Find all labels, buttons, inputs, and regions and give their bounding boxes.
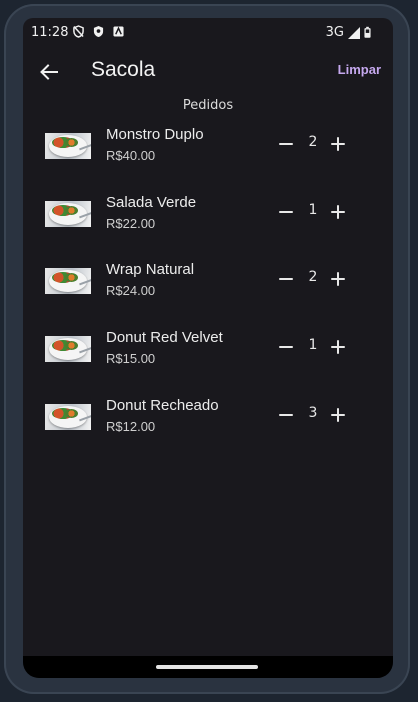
quantity-stepper: 2 (275, 266, 351, 292)
quantity-value: 3 (308, 405, 318, 421)
product-image (45, 404, 91, 430)
home-indicator[interactable] (156, 665, 258, 669)
battery-icon (364, 26, 371, 38)
item-price: R$15.00 (106, 351, 156, 366)
item-name: Donut Red Velvet (106, 329, 223, 346)
decrease-button[interactable] (275, 334, 299, 360)
cart-item: Donut Red Velvet R$15.00 1 (23, 327, 393, 377)
navigation-bar (23, 656, 393, 678)
increase-button[interactable] (327, 199, 351, 225)
decrease-button[interactable] (275, 199, 299, 225)
page-title: Sacola (91, 58, 156, 81)
decrease-button[interactable] (275, 402, 299, 428)
item-name: Donut Recheado (106, 397, 219, 414)
signal-icon (348, 26, 360, 39)
status-right: 3G (326, 25, 371, 40)
quantity-stepper: 1 (275, 199, 351, 225)
status-icons-left (73, 25, 124, 38)
quantity-value: 1 (308, 202, 318, 218)
cart-item: Donut Recheado R$12.00 3 (23, 395, 393, 445)
quantity-stepper: 2 (275, 131, 351, 157)
item-price: R$22.00 (106, 216, 156, 231)
vpn-shield-icon (93, 26, 104, 37)
increase-button[interactable] (327, 402, 351, 428)
back-button[interactable] (37, 60, 61, 84)
quantity-value: 2 (308, 134, 318, 150)
quantity-value: 2 (308, 269, 318, 285)
product-image (45, 268, 91, 294)
decrease-button[interactable] (275, 266, 299, 292)
item-name: Monstro Duplo (106, 126, 204, 143)
app-bar: Sacola Limpar (23, 52, 393, 92)
cart-item: Salada Verde R$22.00 1 (23, 192, 393, 242)
network-type: 3G (325, 25, 344, 40)
quantity-stepper: 1 (275, 334, 351, 360)
product-image (45, 133, 91, 159)
status-time: 11:28 (31, 25, 69, 40)
phone-screen: 11:28 3G Sacola Limpar Pedidos Monstro D… (23, 18, 393, 678)
item-price: R$12.00 (106, 419, 156, 434)
cart-item: Wrap Natural R$24.00 2 (23, 259, 393, 309)
cart-item: Monstro Duplo R$40.00 2 (23, 124, 393, 174)
arrow-left-icon (40, 64, 58, 80)
quantity-value: 1 (308, 337, 318, 353)
android-auto-icon (113, 26, 124, 37)
product-image (45, 336, 91, 362)
item-name: Wrap Natural (106, 261, 195, 278)
clear-button[interactable]: Limpar (338, 62, 381, 77)
item-price: R$40.00 (106, 148, 156, 163)
section-title: Pedidos (182, 98, 234, 113)
item-price: R$24.00 (106, 283, 156, 298)
increase-button[interactable] (327, 131, 351, 157)
status-bar: 11:28 3G (23, 18, 393, 48)
item-name: Salada Verde (106, 194, 197, 211)
increase-button[interactable] (327, 266, 351, 292)
shield-off-icon (73, 25, 84, 38)
decrease-button[interactable] (275, 131, 299, 157)
increase-button[interactable] (327, 334, 351, 360)
product-image (45, 201, 91, 227)
quantity-stepper: 3 (275, 402, 351, 428)
